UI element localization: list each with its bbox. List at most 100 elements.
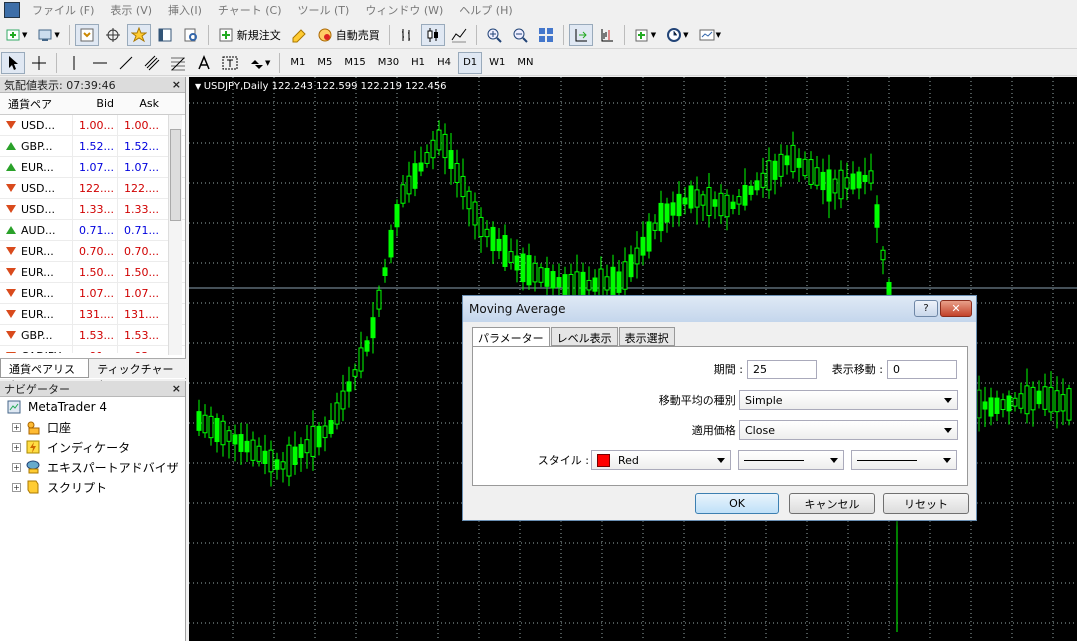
market-watch-row[interactable]: EUR... 131.... 131.... — [0, 303, 185, 325]
menu-window[interactable]: ウィンドウ (W) — [357, 2, 451, 18]
close-button[interactable]: ✕ — [940, 300, 972, 317]
market-watch-row[interactable]: EUR... 1.50... 1.50... — [0, 261, 185, 283]
timeframe-m30[interactable]: M30 — [373, 52, 404, 74]
menu-help[interactable]: ヘルプ (H) — [451, 2, 520, 18]
navigator-root[interactable]: MetaTrader 4 — [0, 397, 185, 417]
indicators-button[interactable]: ▼ — [630, 24, 660, 46]
tile-windows-button[interactable] — [534, 24, 558, 46]
scrollbar-thumb[interactable] — [170, 129, 181, 221]
line-chart-button[interactable] — [447, 24, 471, 46]
auto-trading-button[interactable]: 自動売買 — [313, 24, 384, 46]
arrow-up-icon — [6, 226, 16, 234]
trendline-tool[interactable] — [114, 52, 138, 74]
timeframe-m1[interactable]: M1 — [285, 52, 310, 74]
timeframe-m5[interactable]: M5 — [312, 52, 337, 74]
periods-button[interactable]: ▼ — [662, 24, 692, 46]
timeframe-d1[interactable]: D1 — [458, 51, 483, 74]
zoom-out-button[interactable] — [508, 24, 532, 46]
market-watch-row[interactable]: USD... 1.00... 1.00... — [0, 115, 185, 136]
fibonacci-tool[interactable] — [166, 52, 190, 74]
header-bid[interactable]: Bid — [72, 97, 117, 110]
close-icon[interactable]: × — [172, 382, 181, 395]
tab-parameters[interactable]: パラメーター — [472, 327, 550, 348]
strategy-tester-button[interactable] — [179, 24, 203, 46]
market-watch-row[interactable]: EUR... 1.07... 1.07... — [0, 156, 185, 178]
market-watch-row[interactable]: GBP... 1.53... 1.53... — [0, 324, 185, 346]
timeframe-mn[interactable]: MN — [512, 52, 538, 74]
equidistant-channel-tool[interactable] — [140, 52, 164, 74]
apply-price-select[interactable]: Close — [739, 420, 958, 440]
parameters-panel: 期間 : 25 表示移動 : 0 移動平均の種別 : Simple 適用価格 :… — [472, 346, 968, 486]
symbol-cell: USD... — [0, 203, 72, 216]
market-watch-row[interactable]: USD... 1.33... 1.33... — [0, 198, 185, 220]
tab-visualization[interactable]: 表示選択 — [618, 327, 675, 346]
text-label-tool[interactable] — [218, 52, 242, 74]
line-color-select[interactable]: Red — [591, 450, 731, 470]
horizontal-line-tool[interactable] — [88, 52, 112, 74]
navigator-item-accounts[interactable]: + 口座 — [0, 417, 185, 437]
menu-insert[interactable]: 挿入(I) — [160, 2, 210, 18]
market-watch-row[interactable]: USD... 122.... 122.... — [0, 177, 185, 199]
header-ask[interactable]: Ask — [117, 97, 162, 110]
tab-symbols[interactable]: 通貨ペアリスト — [0, 359, 90, 392]
header-symbol[interactable]: 通貨ペア — [0, 96, 72, 112]
auto-scroll-icon — [575, 28, 587, 41]
ok-button[interactable]: OK — [695, 493, 779, 514]
market-watch-row[interactable]: GBP... 1.52... 1.52... — [0, 135, 185, 157]
menu-tools[interactable]: ツール (T) — [290, 2, 358, 18]
metaeditor-button[interactable] — [287, 24, 311, 46]
new-chart-button[interactable]: ▼ — [1, 24, 31, 46]
close-icon[interactable]: × — [172, 78, 181, 91]
auto-scroll-button[interactable] — [568, 23, 593, 46]
navigator-item-scripts[interactable]: + スクリプト — [0, 477, 185, 497]
navigator-item-indicators[interactable]: + インディケータ — [0, 437, 185, 457]
terminal-button[interactable] — [153, 24, 177, 46]
expand-icon[interactable]: + — [12, 482, 21, 492]
market-watch-scrollbar[interactable] — [168, 115, 182, 355]
navigator-item-experts[interactable]: + エキスパートアドバイザ — [0, 457, 185, 477]
tab-levels[interactable]: レベル表示 — [550, 327, 618, 346]
candle-body — [1006, 395, 1012, 412]
navigator-button[interactable] — [126, 23, 151, 46]
period-input[interactable]: 25 — [747, 360, 817, 379]
bar-chart-button[interactable] — [395, 24, 419, 46]
market-watch-row[interactable]: EUR... 1.07... 1.07... — [0, 282, 185, 304]
text-tool[interactable] — [192, 52, 216, 74]
vertical-line-tool[interactable] — [62, 52, 86, 74]
reset-button[interactable]: リセット — [883, 493, 969, 514]
cursor-tool[interactable] — [1, 51, 25, 74]
candlestick-button[interactable] — [420, 23, 445, 46]
line-style-select[interactable] — [738, 450, 844, 470]
profiles-button[interactable]: ▼ — [33, 24, 63, 46]
candle-body — [622, 261, 628, 290]
timeframe-h4[interactable]: H4 — [432, 52, 456, 74]
channel-icon — [144, 55, 160, 70]
expand-icon[interactable]: + — [12, 442, 21, 452]
chart-shift-button[interactable] — [595, 24, 619, 46]
market-watch-row[interactable]: CADJPY 91...92... — [0, 345, 185, 353]
data-window-button[interactable] — [101, 24, 125, 46]
crosshair-tool[interactable] — [27, 52, 51, 74]
zoom-in-button[interactable] — [482, 24, 506, 46]
shift-input[interactable]: 0 — [887, 360, 957, 379]
market-watch-button[interactable] — [74, 23, 99, 46]
tab-tick-chart[interactable]: ティックチャート — [89, 359, 186, 392]
expand-icon[interactable]: + — [12, 422, 21, 432]
line-width-select[interactable] — [851, 450, 957, 470]
timeframe-m15[interactable]: M15 — [339, 52, 370, 74]
market-watch-row[interactable]: AUD... 0.71... 0.71... — [0, 219, 185, 241]
expand-icon[interactable]: + — [12, 462, 21, 472]
menu-chart[interactable]: チャート (C) — [210, 2, 290, 18]
timeframe-h1[interactable]: H1 — [406, 52, 430, 74]
new-order-button[interactable]: 新規注文 — [214, 24, 285, 46]
cancel-button[interactable]: キャンセル — [789, 493, 875, 514]
templates-button[interactable]: ▼ — [695, 24, 725, 46]
arrows-tool[interactable]: ▼ — [244, 52, 274, 74]
timeframe-w1[interactable]: W1 — [484, 52, 510, 74]
menu-view[interactable]: 表示 (V) — [102, 2, 160, 18]
ma-method-select[interactable]: Simple — [739, 390, 958, 410]
help-button[interactable]: ? — [914, 300, 938, 317]
menu-file[interactable]: ファイル (F) — [24, 2, 102, 18]
market-watch-row[interactable]: EUR... 0.70... 0.70... — [0, 240, 185, 262]
navigator-item-label: インディケータ — [47, 440, 131, 455]
